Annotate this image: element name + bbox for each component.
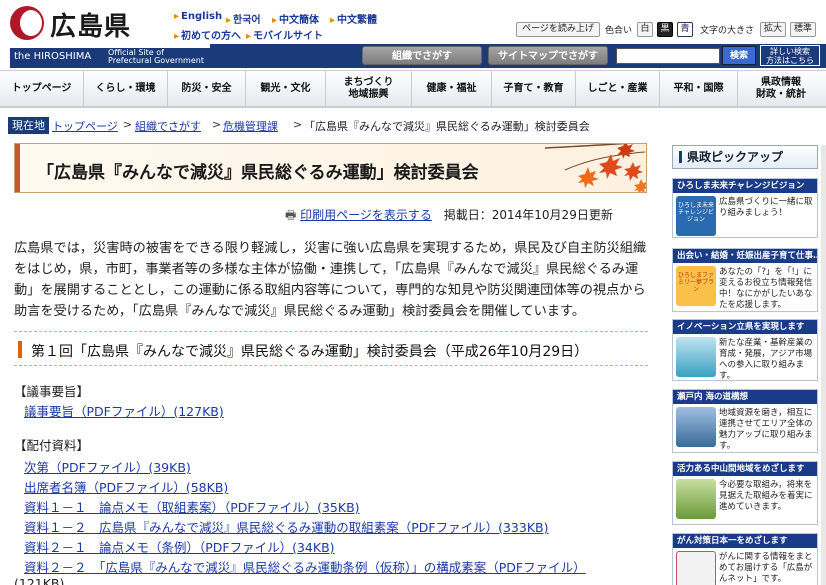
pickup-item[interactable]: イノベーション立県を実現します 新たな産業・基幹産業の育成・発展，アジア市場への… <box>672 319 818 381</box>
heading-accent-bar <box>18 341 22 358</box>
pickup-item[interactable]: がん対策日本一をめざします がんに関する情報をまとめてお届けする「広島がんネット… <box>672 533 818 585</box>
intro-paragraph: 広島県では，災害時の被害をできる限り軽減し，災害に強い広島県を実現するため，県民… <box>14 241 647 319</box>
color-scheme-label: 色合い <box>605 26 633 36</box>
nav-town-planning[interactable]: まちづくり 地域振興 <box>326 71 412 107</box>
pickup-title: がん対策日本一をめざします <box>673 534 817 548</box>
pickup-title: 瀬戸内 海の道構想 <box>673 390 817 404</box>
color-blue-button[interactable]: 青 <box>677 22 693 37</box>
lang-chinese-traditional-link[interactable]: 中文繁體 <box>330 11 377 26</box>
maple-leaves-decoration <box>545 144 646 192</box>
pickup-item[interactable]: 出会い・結婚・妊娠出産子育て仕事… ひろしまファミリー夢プラン あなたの「?」を… <box>672 248 818 312</box>
pickup-cancer-image <box>676 551 716 585</box>
sitemap-search-button[interactable]: サイトマップでさがす <box>488 46 608 65</box>
lang-korean-link[interactable]: 한국어 <box>226 11 261 26</box>
official-site-caption: Official Site of Prefectural Government <box>108 49 204 65</box>
nav-work-industry[interactable]: しごと・産業 <box>576 71 660 107</box>
mobile-site-link[interactable]: モバイルサイト <box>246 27 323 42</box>
pickup-desc: 広島県づくりに一緒に取り組みましょう！ <box>719 197 813 218</box>
english-brand-text: the HIROSHIMA Official Site of Prefectur… <box>14 49 204 65</box>
first-visit-link[interactable]: 初めての方へ <box>174 27 241 42</box>
nav-disaster-safety[interactable]: 防災・安全 <box>168 71 246 107</box>
pickup-innovation-image <box>676 337 716 377</box>
site-logo-text[interactable]: 広島県 <box>50 6 131 43</box>
breadcrumb: 現在地 トップページ > 組織でさがす > 危機管理課 > 「広島県『みんなで減… <box>0 117 826 135</box>
breadcrumb-separator: > <box>123 118 133 131</box>
color-white-button[interactable]: 白 <box>637 22 653 37</box>
scrollbar[interactable] <box>821 145 826 585</box>
pickup-title: 出会い・結婚・妊娠出産子育て仕事… <box>673 249 817 263</box>
pickup-item[interactable]: ひろしま未来チャレンジビジョン ひろしま未来チャレンジビジョン 広島県づくりに一… <box>672 178 818 238</box>
breadcrumb-current: 「広島県『みんなで減災』県民総ぐるみ運動」検討委員会 <box>304 120 590 133</box>
divider <box>14 331 648 332</box>
breadcrumb-link-org[interactable]: 組織でさがす <box>135 118 201 134</box>
search-input[interactable] <box>616 48 720 64</box>
prefecture-logo-icon[interactable] <box>10 6 44 40</box>
material-link-1-1[interactable]: 資料１－１ 論点メモ（取組素案）（PDFファイル）(35KB) <box>24 497 360 516</box>
breadcrumb-link-crisis[interactable]: 危機管理課 <box>223 118 278 134</box>
color-black-button[interactable]: 黒 <box>657 22 673 37</box>
published-date: 掲載日：2014年10月29日更新 <box>443 208 613 222</box>
nav-prefectural-info[interactable]: 県政情報 財政・統計 <box>738 71 824 107</box>
pickup-desc: がんに関する情報をまとめてお届けする「広島がんネット」です。 <box>719 552 813 584</box>
pickup-heading: 県政ピックアップ <box>672 145 818 169</box>
print-page-link[interactable]: 印刷用ページを表示する <box>300 208 432 222</box>
summary-heading: 【議事要旨】 <box>14 384 90 399</box>
meeting-heading-block: 第１回「広島県『みんなで減災』県民総ぐるみ運動」検討委員会（平成26年10月29… <box>14 339 648 361</box>
pickup-vision-image: ひろしま未来チャレンジビジョン <box>676 196 716 236</box>
materials-heading: 【配付資料】 <box>14 438 90 453</box>
breadcrumb-link-top[interactable]: トップページ <box>52 118 118 134</box>
pickup-desc: 地域資源を磨き，相互に連携させてエリア全体の魅力アップに取り組みます。 <box>719 408 813 451</box>
search-button[interactable]: 検索 <box>722 46 756 65</box>
official-line2: Prefectural Government <box>108 56 204 65</box>
divider <box>14 365 648 366</box>
nav-peace-international[interactable]: 平和・国際 <box>660 71 738 107</box>
lang-chinese-simplified-link[interactable]: 中文簡体 <box>272 11 319 26</box>
material-link-agenda[interactable]: 次第（PDFファイル）(39KB) <box>24 457 191 476</box>
global-nav: トップページ くらし・環境 防災・安全 観光・文化 まちづくり 地域振興 健康・… <box>0 70 826 108</box>
pickup-desc: 新たな産業・基幹産業の育成・発展，アジア市場への参入に取り組みます。 <box>719 338 813 381</box>
lang-english-link[interactable]: English <box>174 11 222 22</box>
pickup-title: イノベーション立県を実現します <box>673 320 817 334</box>
text-size-standard-button[interactable]: 標準 <box>790 22 816 37</box>
nav-top-page[interactable]: トップページ <box>0 71 84 107</box>
material-link-attendees[interactable]: 出席者名簿（PDFファイル）(58KB) <box>24 477 228 496</box>
nav-childcare-education[interactable]: 子育て・教育 <box>492 71 576 107</box>
pickup-item[interactable]: 瀬戸内 海の道構想 地域資源を磨き，相互に連携させてエリア全体の魅力アップに取り… <box>672 389 818 453</box>
material-link-2-2[interactable]: 資料２－２ 「広島県『みんなで減災』県民総ぐるみ運動条例（仮称）」の構成素案（P… <box>24 557 586 576</box>
pickup-setouchi-image <box>676 407 716 447</box>
meeting-heading: 第１回「広島県『みんなで減災』県民総ぐるみ運動」検討委員会（平成26年10月29… <box>31 344 589 360</box>
page-title-banner: 「広島県『みんなで減災』県民総ぐるみ運動」検討委員会 <box>14 143 647 193</box>
nav-tourism-culture[interactable]: 観光・文化 <box>246 71 326 107</box>
pickup-family-plan-image: ひろしまファミリー夢プラン <box>676 266 716 306</box>
read-aloud-button[interactable]: ページを読み上げ <box>516 22 600 37</box>
pickup-desc: あなたの「?」を「!」に変えるお役立ち情報発信中！なにかがしたいあなたを応援しま… <box>719 267 813 310</box>
material-link-2-1[interactable]: 資料２－１ 論点メモ（条例）（PDFファイル）(34KB) <box>24 537 335 556</box>
pickup-mountain-area-image <box>676 479 716 519</box>
nav-health-welfare[interactable]: 健康・福祉 <box>412 71 492 107</box>
detailed-search-link[interactable]: 詳しい検索 方法はこちら <box>760 45 820 66</box>
org-search-button[interactable]: 組織でさがす <box>362 46 482 65</box>
breadcrumb-separator: > <box>293 118 303 131</box>
english-logo: the HIROSHIMA <box>14 51 92 62</box>
summary-pdf-link[interactable]: 議事要旨（PDFファイル）(127KB) <box>24 401 224 420</box>
material-size-tail: (121KB) <box>14 576 65 585</box>
pickup-item[interactable]: 活力ある中山間地域をめざします 今必要な取組み，将来を見据えた取組みを着実に進め… <box>672 461 818 525</box>
printer-icon: 🖶 <box>285 208 297 222</box>
nav-life-environment[interactable]: くらし・環境 <box>84 71 168 107</box>
pickup-title: ひろしま未来チャレンジビジョン <box>673 179 817 193</box>
breadcrumb-current-location-label: 現在地 <box>8 117 49 134</box>
print-and-date-row: 🖶 印刷用ページを表示する 掲載日：2014年10月29日更新 <box>285 206 613 227</box>
page-title: 「広島県『みんなで減災』県民総ぐるみ運動」検討委員会 <box>37 163 479 183</box>
text-size-enlarge-button[interactable]: 拡大 <box>760 22 786 37</box>
pickup-title: 活力ある中山間地域をめざします <box>673 462 817 476</box>
breadcrumb-separator: > <box>212 118 222 131</box>
material-link-1-2[interactable]: 資料１－２ 広島県『みんなで減災』県民総ぐるみ運動の取組素案（PDFファイル）(… <box>24 517 549 536</box>
text-size-label: 文字の大きさ <box>700 26 755 36</box>
pickup-desc: 今必要な取組み，将来を見据えた取組みを着実に進めていきます。 <box>719 480 813 512</box>
